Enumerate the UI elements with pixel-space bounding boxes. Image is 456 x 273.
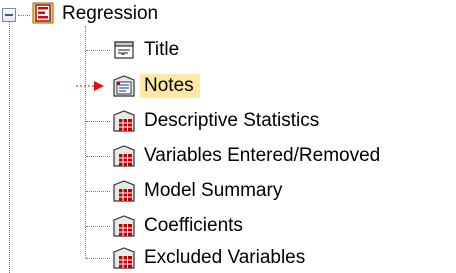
pivot-table-icon: [113, 215, 135, 237]
tree-node-coefficients[interactable]: Coefficients: [0, 211, 456, 241]
collapse-toggle[interactable]: [2, 8, 16, 22]
tree-connector: [86, 121, 110, 122]
title-icon: [114, 41, 134, 59]
tree-connector: [86, 226, 110, 227]
tree-connector: [86, 156, 110, 157]
tree-node-model-summary[interactable]: Model Summary: [0, 176, 456, 206]
node-label[interactable]: Model Summary: [142, 179, 284, 203]
node-label[interactable]: Variables Entered/Removed: [142, 144, 382, 168]
pivot-table-icon: [113, 180, 135, 202]
notes-icon: [113, 75, 135, 97]
tree-connector-root: [18, 15, 30, 16]
pivot-table-icon: [113, 247, 135, 269]
node-label[interactable]: Coefficients: [142, 214, 245, 238]
node-label[interactable]: Excluded Variables: [142, 246, 307, 270]
pivot-table-icon: [113, 110, 135, 132]
tree-node-descriptive-statistics[interactable]: Descriptive Statistics: [0, 106, 456, 136]
root-node-label[interactable]: Regression: [62, 3, 158, 25]
minus-icon: [5, 14, 13, 16]
tree-node-notes[interactable]: Notes: [0, 71, 456, 101]
tree-connector: [86, 191, 110, 192]
tree-node-variables-entered-removed[interactable]: Variables Entered/Removed: [0, 141, 456, 171]
tree-connector: [86, 258, 110, 259]
node-label[interactable]: Title: [142, 38, 181, 62]
node-label[interactable]: Descriptive Statistics: [142, 109, 321, 133]
tree-connector: [86, 50, 110, 51]
log-book-icon[interactable]: [32, 2, 54, 24]
output-outline-tree: Regression Title Notes Descriptive Stati…: [0, 0, 456, 273]
tree-node-excluded-variables[interactable]: Excluded Variables: [0, 243, 456, 273]
pivot-table-icon: [113, 145, 135, 167]
node-label[interactable]: Notes: [140, 74, 200, 98]
tree-node-title[interactable]: Title: [0, 35, 456, 65]
current-item-arrow-icon: [76, 81, 104, 91]
